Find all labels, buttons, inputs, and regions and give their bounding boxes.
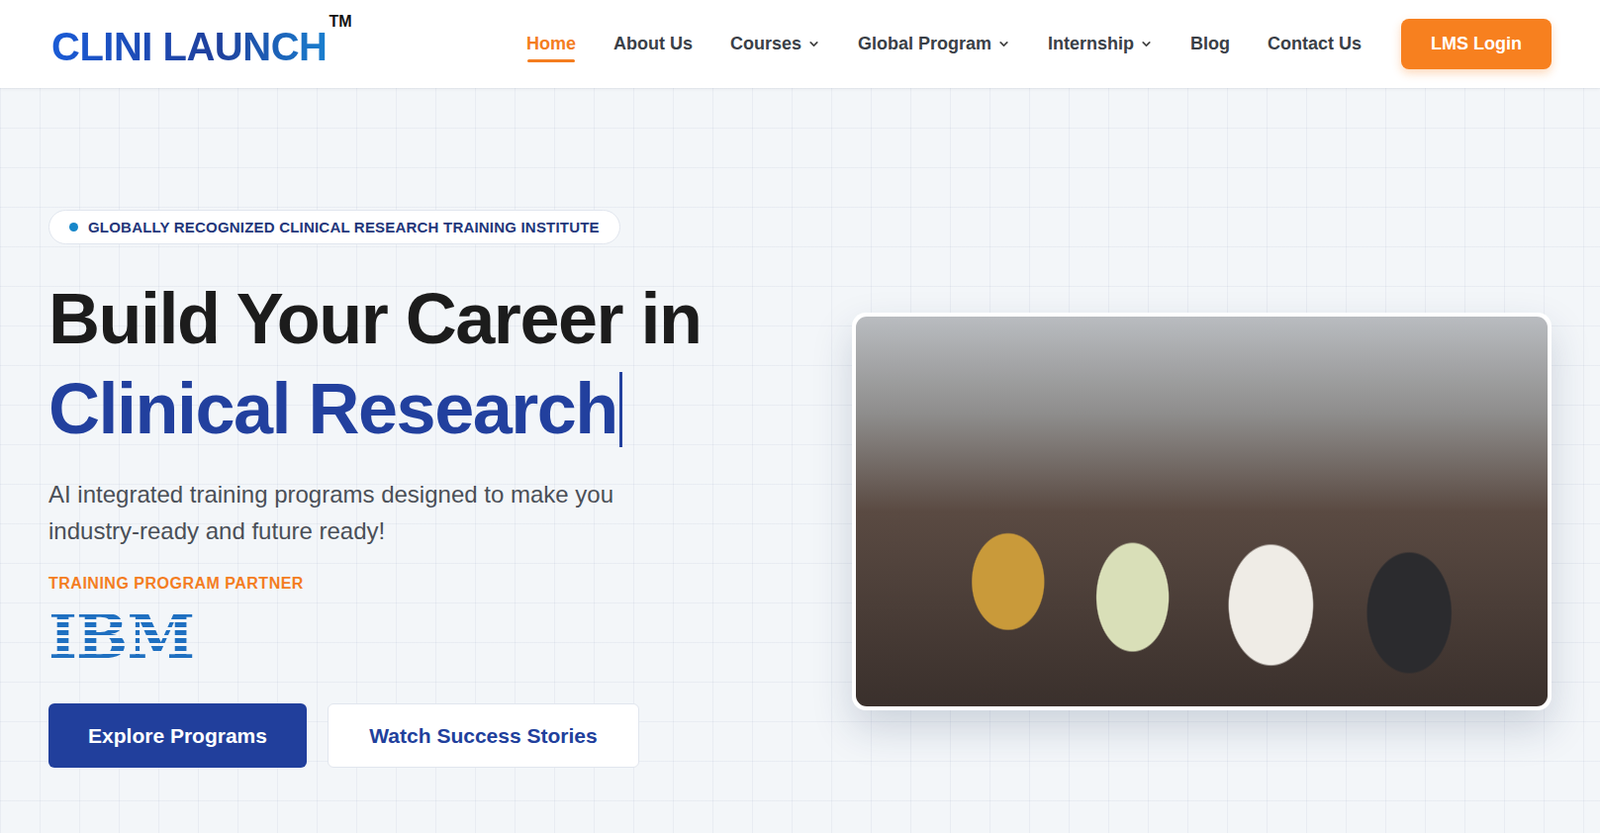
hero-subtitle: AI integrated training programs designed… bbox=[48, 475, 682, 550]
logo-text: CLINI LAUNCH bbox=[51, 22, 327, 71]
nav-label: Home bbox=[526, 33, 576, 55]
nav-label: About Us bbox=[613, 33, 693, 55]
typing-cursor bbox=[619, 372, 623, 448]
badge: GLOBALLY RECOGNIZED CLINICAL RESEARCH TR… bbox=[48, 209, 621, 245]
hero-title: Build Your Career in Clinical Research bbox=[48, 274, 701, 455]
hero-content: GLOBALLY RECOGNIZED CLINICAL RESEARCH TR… bbox=[48, 88, 852, 833]
nav-item[interactable]: Contact Us bbox=[1267, 27, 1362, 61]
logo[interactable]: CLINI LAUNCH TM bbox=[51, 22, 353, 71]
page: CLINI LAUNCH TM Home About Us Courses Gl… bbox=[0, 0, 1600, 833]
nav-item[interactable]: About Us bbox=[613, 27, 693, 61]
nav-label: Global Program bbox=[857, 33, 992, 55]
trademark: TM bbox=[328, 12, 352, 31]
chevron-down-icon bbox=[807, 37, 821, 51]
hero: GLOBALLY RECOGNIZED CLINICAL RESEARCH TR… bbox=[0, 88, 1600, 833]
nav-item[interactable]: Home bbox=[526, 27, 576, 61]
nav-label: Courses bbox=[730, 33, 802, 55]
secondary-button[interactable]: Watch Success Stories bbox=[327, 703, 640, 768]
nav-item[interactable]: Global Program bbox=[857, 27, 1011, 61]
nav-item[interactable]: Blog bbox=[1190, 27, 1230, 61]
partner-label: TRAINING PROGRAM PARTNER bbox=[48, 574, 304, 593]
primary-button[interactable]: Explore Programs bbox=[48, 703, 307, 768]
nav-label: Internship bbox=[1047, 33, 1134, 55]
nav-item[interactable]: Internship bbox=[1047, 27, 1153, 61]
nav-label: Blog bbox=[1190, 33, 1230, 55]
nav: Home About Us Courses Global Program Int… bbox=[526, 18, 1552, 70]
chevron-down-icon bbox=[997, 37, 1011, 51]
nav-item[interactable]: Courses bbox=[730, 27, 821, 61]
badge-dot bbox=[69, 222, 79, 232]
hero-media bbox=[851, 88, 1552, 833]
lms-login-button[interactable]: LMS Login bbox=[1401, 18, 1552, 70]
header: CLINI LAUNCH TM Home About Us Courses Gl… bbox=[0, 0, 1600, 89]
photo-frame bbox=[851, 312, 1552, 711]
ibm-logo: IBM bbox=[48, 606, 194, 668]
chevron-down-icon bbox=[1139, 37, 1153, 51]
hero-buttons: Explore Programs Watch Success Stories bbox=[48, 703, 640, 768]
students-photo bbox=[855, 316, 1548, 707]
nav-label: Contact Us bbox=[1267, 33, 1362, 55]
